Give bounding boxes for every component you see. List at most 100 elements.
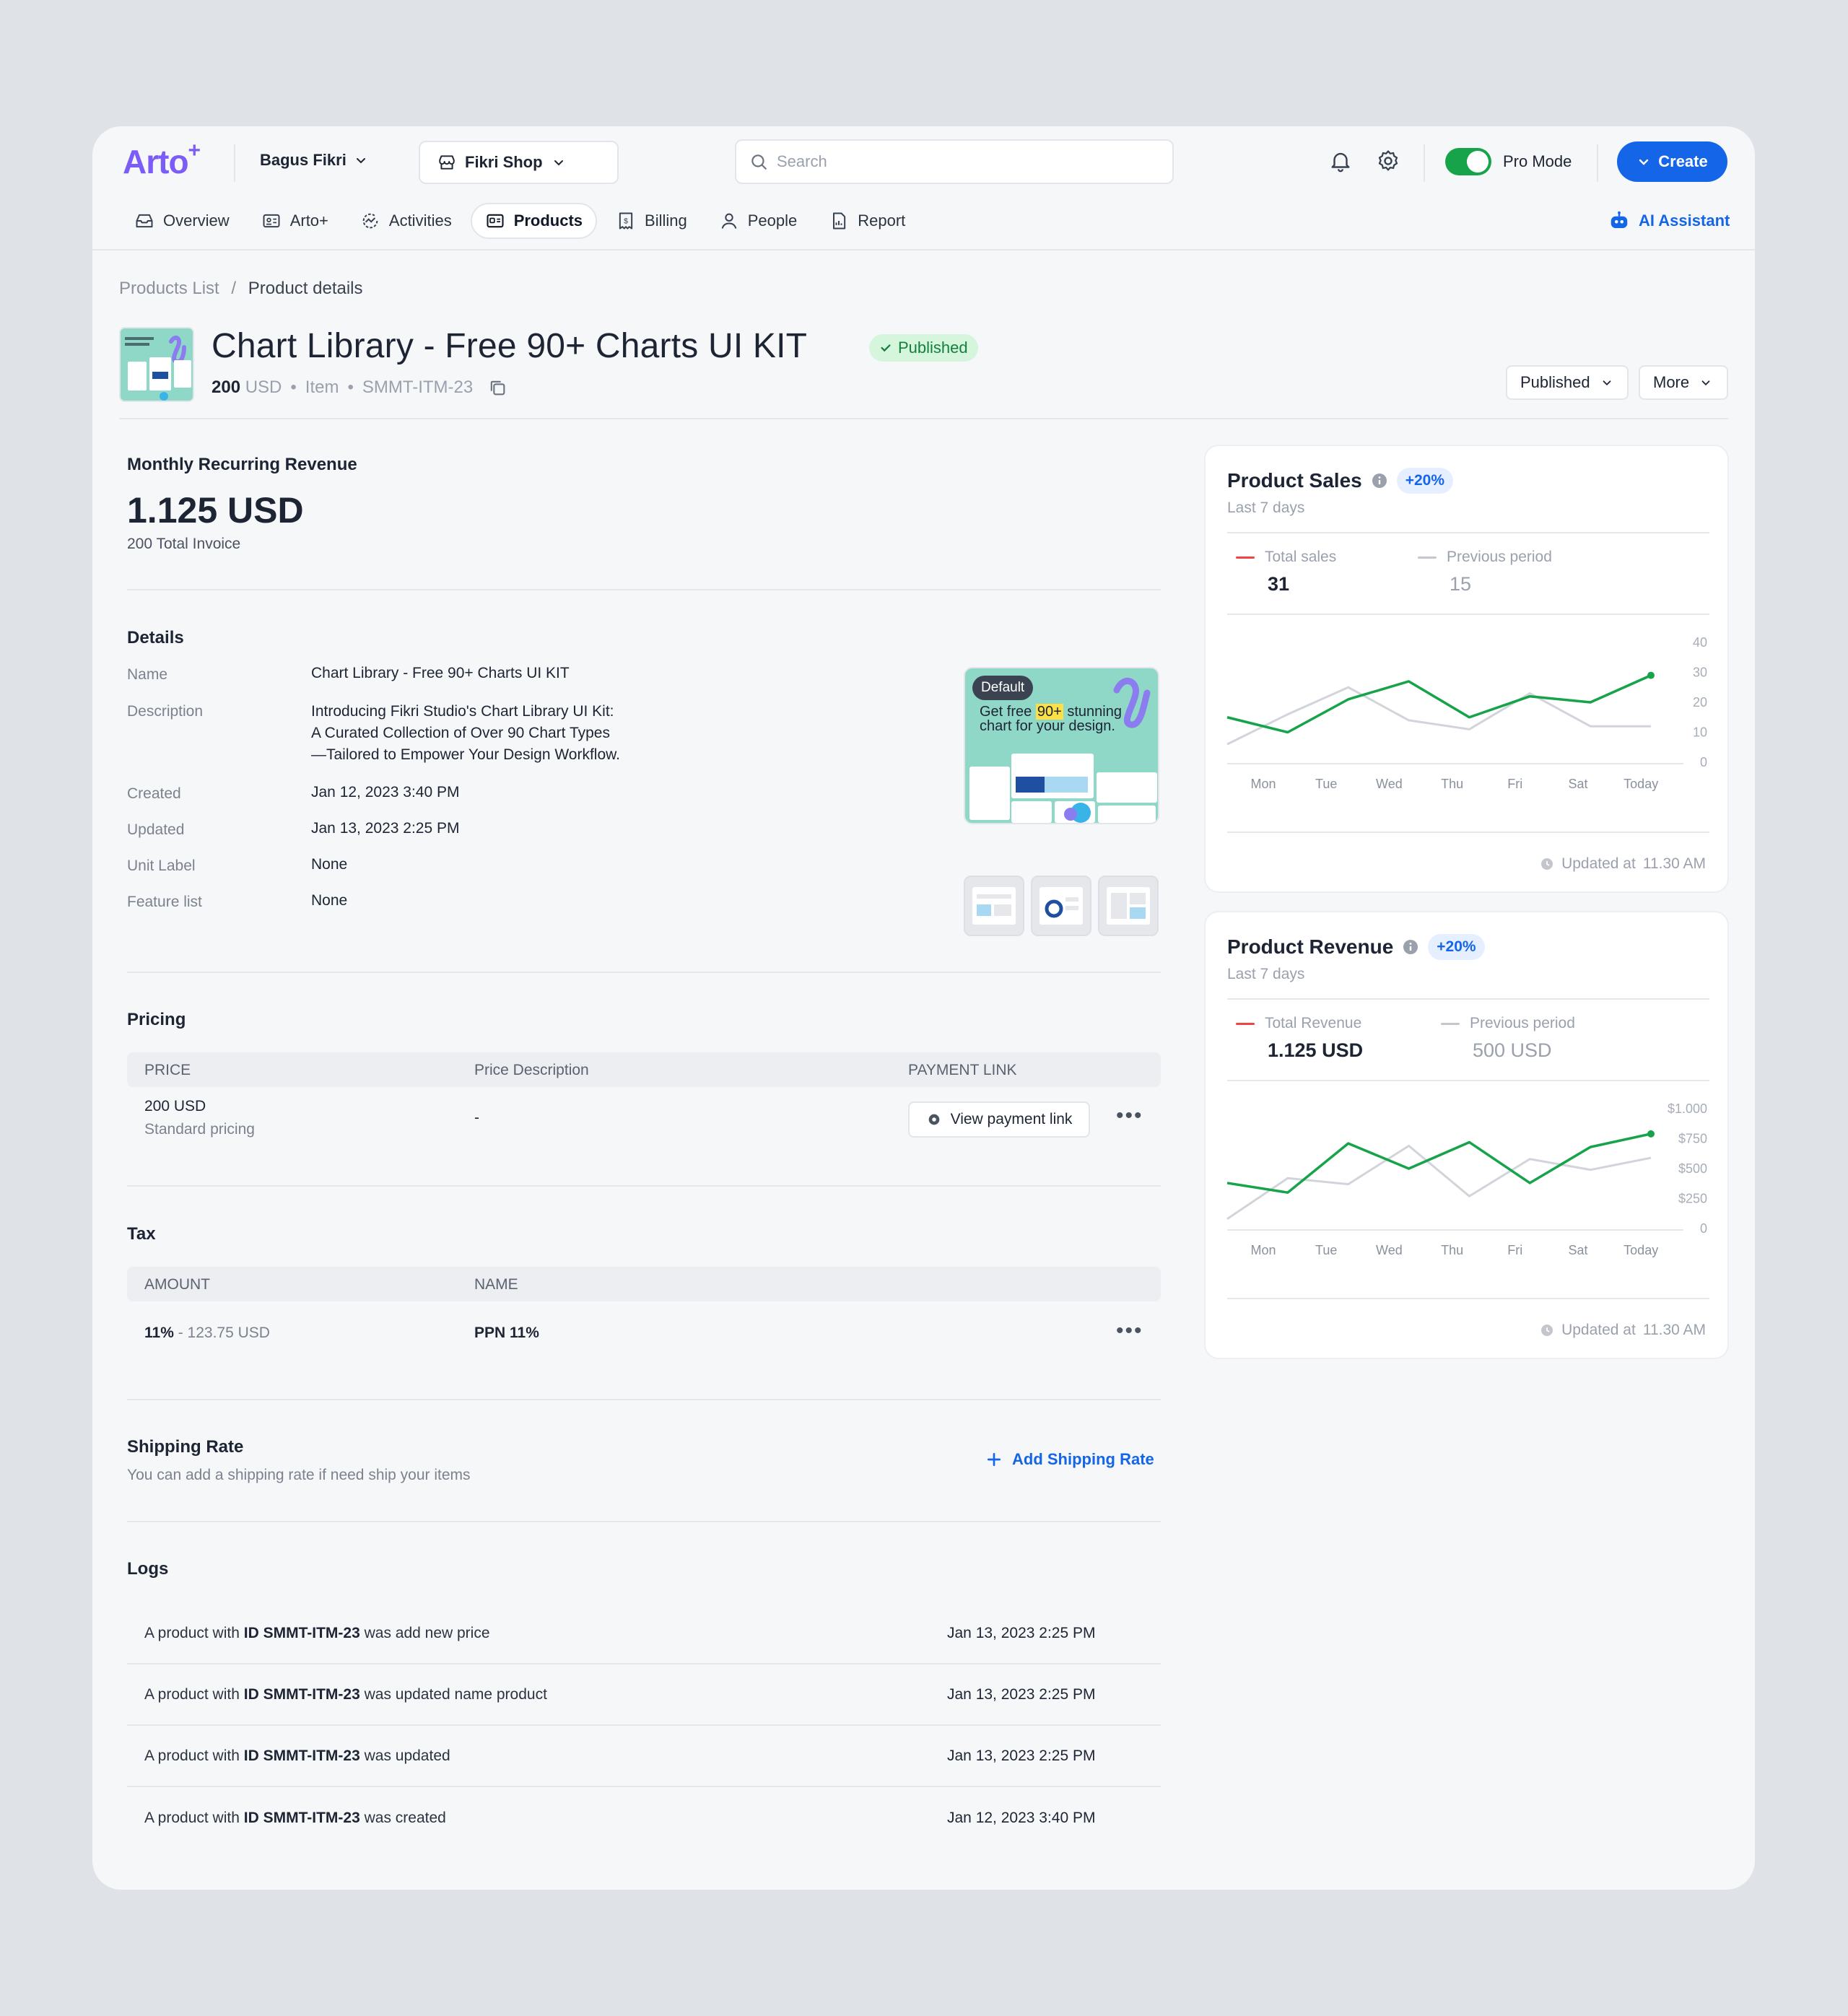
product-sales-chart: 40 30 20 10 0 Mon Tue Wed Thu Fri Sat Today xyxy=(1226,635,1707,791)
preview-thumbnail[interactable] xyxy=(964,876,1024,936)
tab-activities[interactable]: Activities xyxy=(347,203,465,239)
panel-period: Last 7 days xyxy=(1227,966,1305,982)
store-icon xyxy=(439,155,455,170)
detail-value: Jan 13, 2023 2:25 PM xyxy=(311,820,460,837)
detail-label: Description xyxy=(127,703,204,720)
detail-label: Name xyxy=(127,666,168,683)
id-card-icon xyxy=(263,214,280,228)
tab-report[interactable]: Report xyxy=(816,203,918,239)
create-button[interactable]: Create xyxy=(1617,141,1727,182)
panel-period: Last 7 days xyxy=(1227,499,1305,516)
settings-button[interactable] xyxy=(1372,145,1404,177)
details-title: Details xyxy=(127,628,184,647)
pro-mode-toggle[interactable] xyxy=(1445,148,1491,175)
product-sku: SMMT-ITM-23 xyxy=(362,378,474,397)
x-tick-label: Today xyxy=(1623,777,1658,791)
ai-assistant-button[interactable]: AI Assistant xyxy=(1608,210,1730,232)
view-payment-link-button[interactable]: View payment link xyxy=(908,1101,1090,1138)
app-window: Arto+ Bagus Fikri Fikri Shop Pro Mode Cr… xyxy=(92,126,1755,1890)
plus-icon xyxy=(987,1452,1001,1467)
user-switcher[interactable]: Bagus Fikri xyxy=(260,151,368,170)
clock-icon xyxy=(1541,1325,1553,1336)
x-tick-label: Wed xyxy=(1376,777,1403,791)
eye-icon xyxy=(928,1114,939,1125)
divider xyxy=(127,1185,1161,1187)
chevron-down-icon xyxy=(554,160,563,166)
more-options-icon[interactable]: ••• xyxy=(1116,1319,1143,1343)
info-icon[interactable] xyxy=(1371,472,1388,489)
copy-icon[interactable] xyxy=(487,378,507,398)
add-shipping-rate-button[interactable]: Add Shipping Rate xyxy=(986,1450,1154,1469)
tax-table-header: AMOUNT NAME xyxy=(127,1267,1161,1301)
divider xyxy=(127,1521,1161,1522)
status-dropdown[interactable]: Published xyxy=(1506,365,1629,400)
preview-thumbnail[interactable] xyxy=(1098,876,1159,936)
search-box[interactable] xyxy=(735,139,1174,184)
arto-logo[interactable]: Arto+ xyxy=(123,139,201,181)
robot-icon xyxy=(1611,211,1628,228)
tab-arto-plus[interactable]: Arto+ xyxy=(248,203,341,239)
product-currency: USD xyxy=(245,378,282,397)
y-tick-label: 0 xyxy=(1700,755,1707,769)
report-icon xyxy=(833,212,846,230)
chevron-down-icon xyxy=(1603,380,1611,385)
divider xyxy=(1227,614,1709,615)
x-tick-label: Thu xyxy=(1441,1243,1463,1257)
divider xyxy=(1227,1298,1709,1299)
detail-value: Chart Library - Free 90+ Charts UI KIT xyxy=(311,665,570,681)
user-icon xyxy=(721,213,737,229)
shop-switcher[interactable]: Fikri Shop xyxy=(419,141,619,184)
chevron-down-icon xyxy=(1639,159,1649,165)
breadcrumb-parent[interactable]: Products List xyxy=(119,279,219,298)
chevron-down-icon xyxy=(356,158,365,164)
x-tick-label: Today xyxy=(1623,1243,1658,1257)
product-revenue-chart: $1.000 $750 $500 $250 0 Mon Tue Wed Thu Fri Sat Tod… xyxy=(1226,1101,1707,1257)
tab-billing[interactable]: $ Billing xyxy=(603,203,700,239)
detail-label: Updated xyxy=(127,821,185,838)
svg-text:$: $ xyxy=(624,217,628,226)
preview-headline: Get free 90+ stunning chart for your des… xyxy=(980,704,1122,734)
tab-overview[interactable]: Overview xyxy=(121,203,243,239)
product-preview-image[interactable]: Default Get free 90+ stunning chart for … xyxy=(964,667,1159,824)
x-tick-label: Mon xyxy=(1250,1243,1276,1257)
notifications-button[interactable] xyxy=(1325,145,1356,177)
detail-value: None xyxy=(311,892,348,909)
price-value: 200 USD xyxy=(144,1098,206,1114)
price-type: Standard pricing xyxy=(144,1121,255,1138)
y-tick-label: $500 xyxy=(1678,1161,1707,1176)
info-icon[interactable] xyxy=(1402,938,1419,956)
tab-people[interactable]: People xyxy=(706,203,811,239)
divider xyxy=(127,1399,1161,1400)
change-badge: +20% xyxy=(1428,934,1485,960)
tab-products[interactable]: Products xyxy=(470,203,598,239)
y-tick-label: 10 xyxy=(1693,725,1707,740)
more-dropdown[interactable]: More xyxy=(1639,365,1728,400)
preview-thumbnail[interactable] xyxy=(1031,876,1091,936)
check-icon xyxy=(881,344,891,352)
change-badge: +20% xyxy=(1396,468,1454,494)
y-tick-label: $1.000 xyxy=(1668,1101,1707,1116)
x-tick-label: Fri xyxy=(1507,777,1522,791)
detail-value: None xyxy=(311,856,348,873)
more-options-icon[interactable]: ••• xyxy=(1116,1104,1143,1128)
product-thumbnail[interactable] xyxy=(119,327,194,402)
series-previous-line xyxy=(1226,1144,1652,1220)
product-price: 200 xyxy=(212,378,241,397)
bell-icon xyxy=(1331,152,1350,173)
user-name: Bagus Fikri xyxy=(260,151,346,169)
search-input[interactable] xyxy=(777,152,1152,171)
shipping-description: You can add a shipping rate if need ship… xyxy=(127,1467,471,1483)
detail-label: Unit Label xyxy=(127,858,196,874)
product-icon xyxy=(487,214,504,228)
updated-at: Updated at 11.30 AM xyxy=(1540,1322,1706,1339)
detail-label: Feature list xyxy=(127,894,202,910)
inbox-icon xyxy=(136,214,153,228)
log-row: A product with ID SMMT-ITM-23 was create… xyxy=(144,1809,1096,1826)
mrr-invoice-count: 200 Total Invoice xyxy=(127,536,241,552)
data-point-current xyxy=(1647,671,1655,679)
x-tick-label: Sat xyxy=(1568,1243,1587,1257)
page-title: Chart Library - Free 90+ Charts UI KIT xyxy=(212,327,808,365)
legend-current: Total sales 31 xyxy=(1236,549,1336,595)
shop-name: Fikri Shop xyxy=(465,153,543,171)
y-tick-label: $250 xyxy=(1678,1192,1707,1206)
